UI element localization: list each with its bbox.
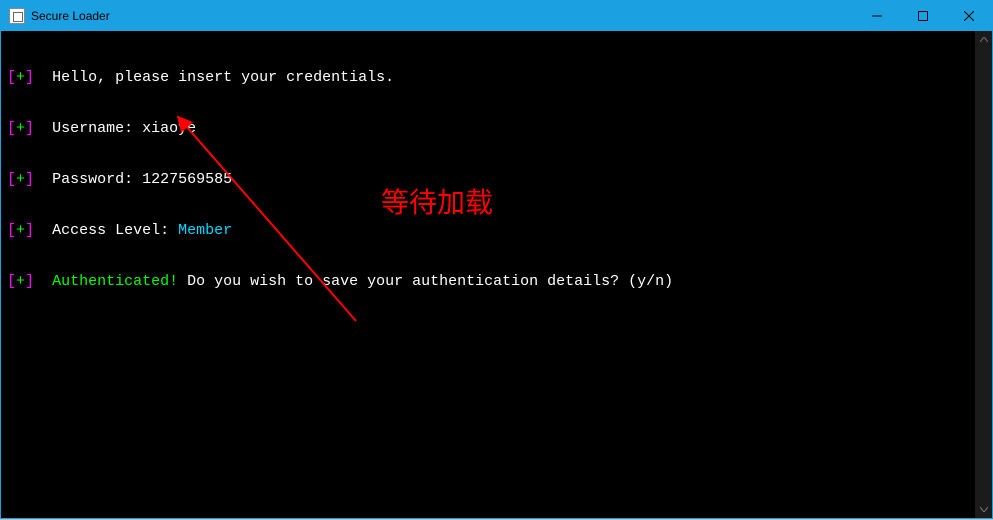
console-area[interactable]: [+] Hello, please insert your credential… (1, 31, 992, 518)
scroll-down-button[interactable] (975, 501, 992, 518)
window: Secure Loader [+] Hello, please insert y… (0, 0, 993, 519)
close-icon (964, 11, 974, 21)
titlebar[interactable]: Secure Loader (1, 1, 992, 31)
window-title: Secure Loader (31, 9, 854, 23)
vertical-scrollbar[interactable] (975, 31, 992, 518)
chevron-up-icon (980, 37, 988, 42)
chevron-down-icon (980, 507, 988, 512)
maximize-button[interactable] (900, 1, 946, 31)
window-controls (854, 1, 992, 31)
minimize-button[interactable] (854, 1, 900, 31)
scroll-up-button[interactable] (975, 31, 992, 48)
console-line: [+] Username: xiaoye (7, 120, 986, 137)
minimize-icon (872, 11, 882, 21)
console-output: [+] Hello, please insert your credential… (1, 31, 992, 328)
close-button[interactable] (946, 1, 992, 31)
console-line: [+] Authenticated! Do you wish to save y… (7, 273, 986, 290)
app-icon (9, 8, 25, 24)
console-line: [+] Password: 1227569585 (7, 171, 986, 188)
maximize-icon (918, 11, 928, 21)
console-line: [+] Hello, please insert your credential… (7, 69, 986, 86)
console-line: [+] Access Level: Member (7, 222, 986, 239)
